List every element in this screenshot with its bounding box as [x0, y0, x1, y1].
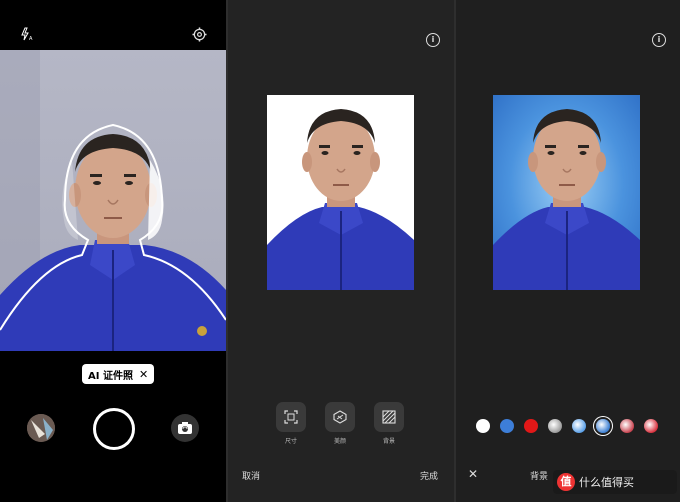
close-icon[interactable]: ✕ [468, 467, 478, 481]
swatch-rose-gradient[interactable] [620, 419, 634, 433]
id-photo-blue-background [493, 95, 640, 290]
beauty-face-icon [333, 410, 347, 424]
cancel-button[interactable]: 取消 [242, 469, 260, 482]
watermark: 值 什么值得买 [553, 470, 677, 494]
swatch-white[interactable] [476, 419, 490, 433]
background-panel: i ✕ [456, 0, 680, 502]
done-button[interactable]: 完成 [420, 469, 438, 482]
shutter-button[interactable] [93, 408, 135, 450]
crop-frame-icon [284, 410, 298, 424]
id-photo-white-image [267, 95, 414, 290]
camera-panel: A AI 证件照 ✕ [0, 0, 226, 502]
info-icon[interactable]: i [426, 33, 440, 47]
camera-switch-icon [178, 422, 192, 434]
ai-id-photo-label: AI 证件照 [88, 370, 133, 382]
svg-text:A: A [29, 36, 33, 41]
id-photo-white-background [267, 95, 414, 290]
flash-auto-icon[interactable]: A [20, 27, 34, 41]
switch-camera-button[interactable] [171, 414, 199, 442]
swatch-blue[interactable] [500, 419, 514, 433]
id-photo-blue-image [493, 95, 640, 290]
swatch-light-blue-gradient[interactable] [572, 419, 586, 433]
watermark-logo: 值 [557, 473, 575, 491]
size-tool-button[interactable] [276, 402, 306, 432]
beauty-tool-label: 美颜 [333, 438, 346, 445]
watermark-text: 什么值得买 [579, 476, 634, 489]
background-pattern-icon [382, 410, 396, 424]
background-label: 背景 [530, 472, 549, 482]
gallery-thumbnail-image [27, 414, 55, 442]
swatch-red[interactable] [524, 419, 538, 433]
size-tool-label: 尺寸 [284, 438, 297, 445]
editor-panel: i 尺寸 美颜 背景 取消 完成 [228, 0, 454, 502]
close-icon[interactable]: ✕ [139, 368, 148, 381]
swatch-blue-gradient[interactable] [596, 419, 610, 433]
swatch-red-gradient[interactable] [644, 419, 658, 433]
background-tool-button[interactable] [374, 402, 404, 432]
beauty-tool-button[interactable] [325, 402, 355, 432]
ai-id-photo-chip[interactable]: AI 证件照 ✕ [82, 364, 155, 384]
camera-viewfinder[interactable] [0, 50, 226, 351]
info-icon[interactable]: i [652, 33, 666, 47]
gallery-thumbnail[interactable] [27, 414, 55, 442]
background-tool-label: 背景 [382, 438, 395, 445]
live-portrait-image [0, 50, 226, 351]
settings-gear-icon[interactable] [192, 27, 207, 42]
swatch-gray-gradient[interactable] [548, 419, 562, 433]
